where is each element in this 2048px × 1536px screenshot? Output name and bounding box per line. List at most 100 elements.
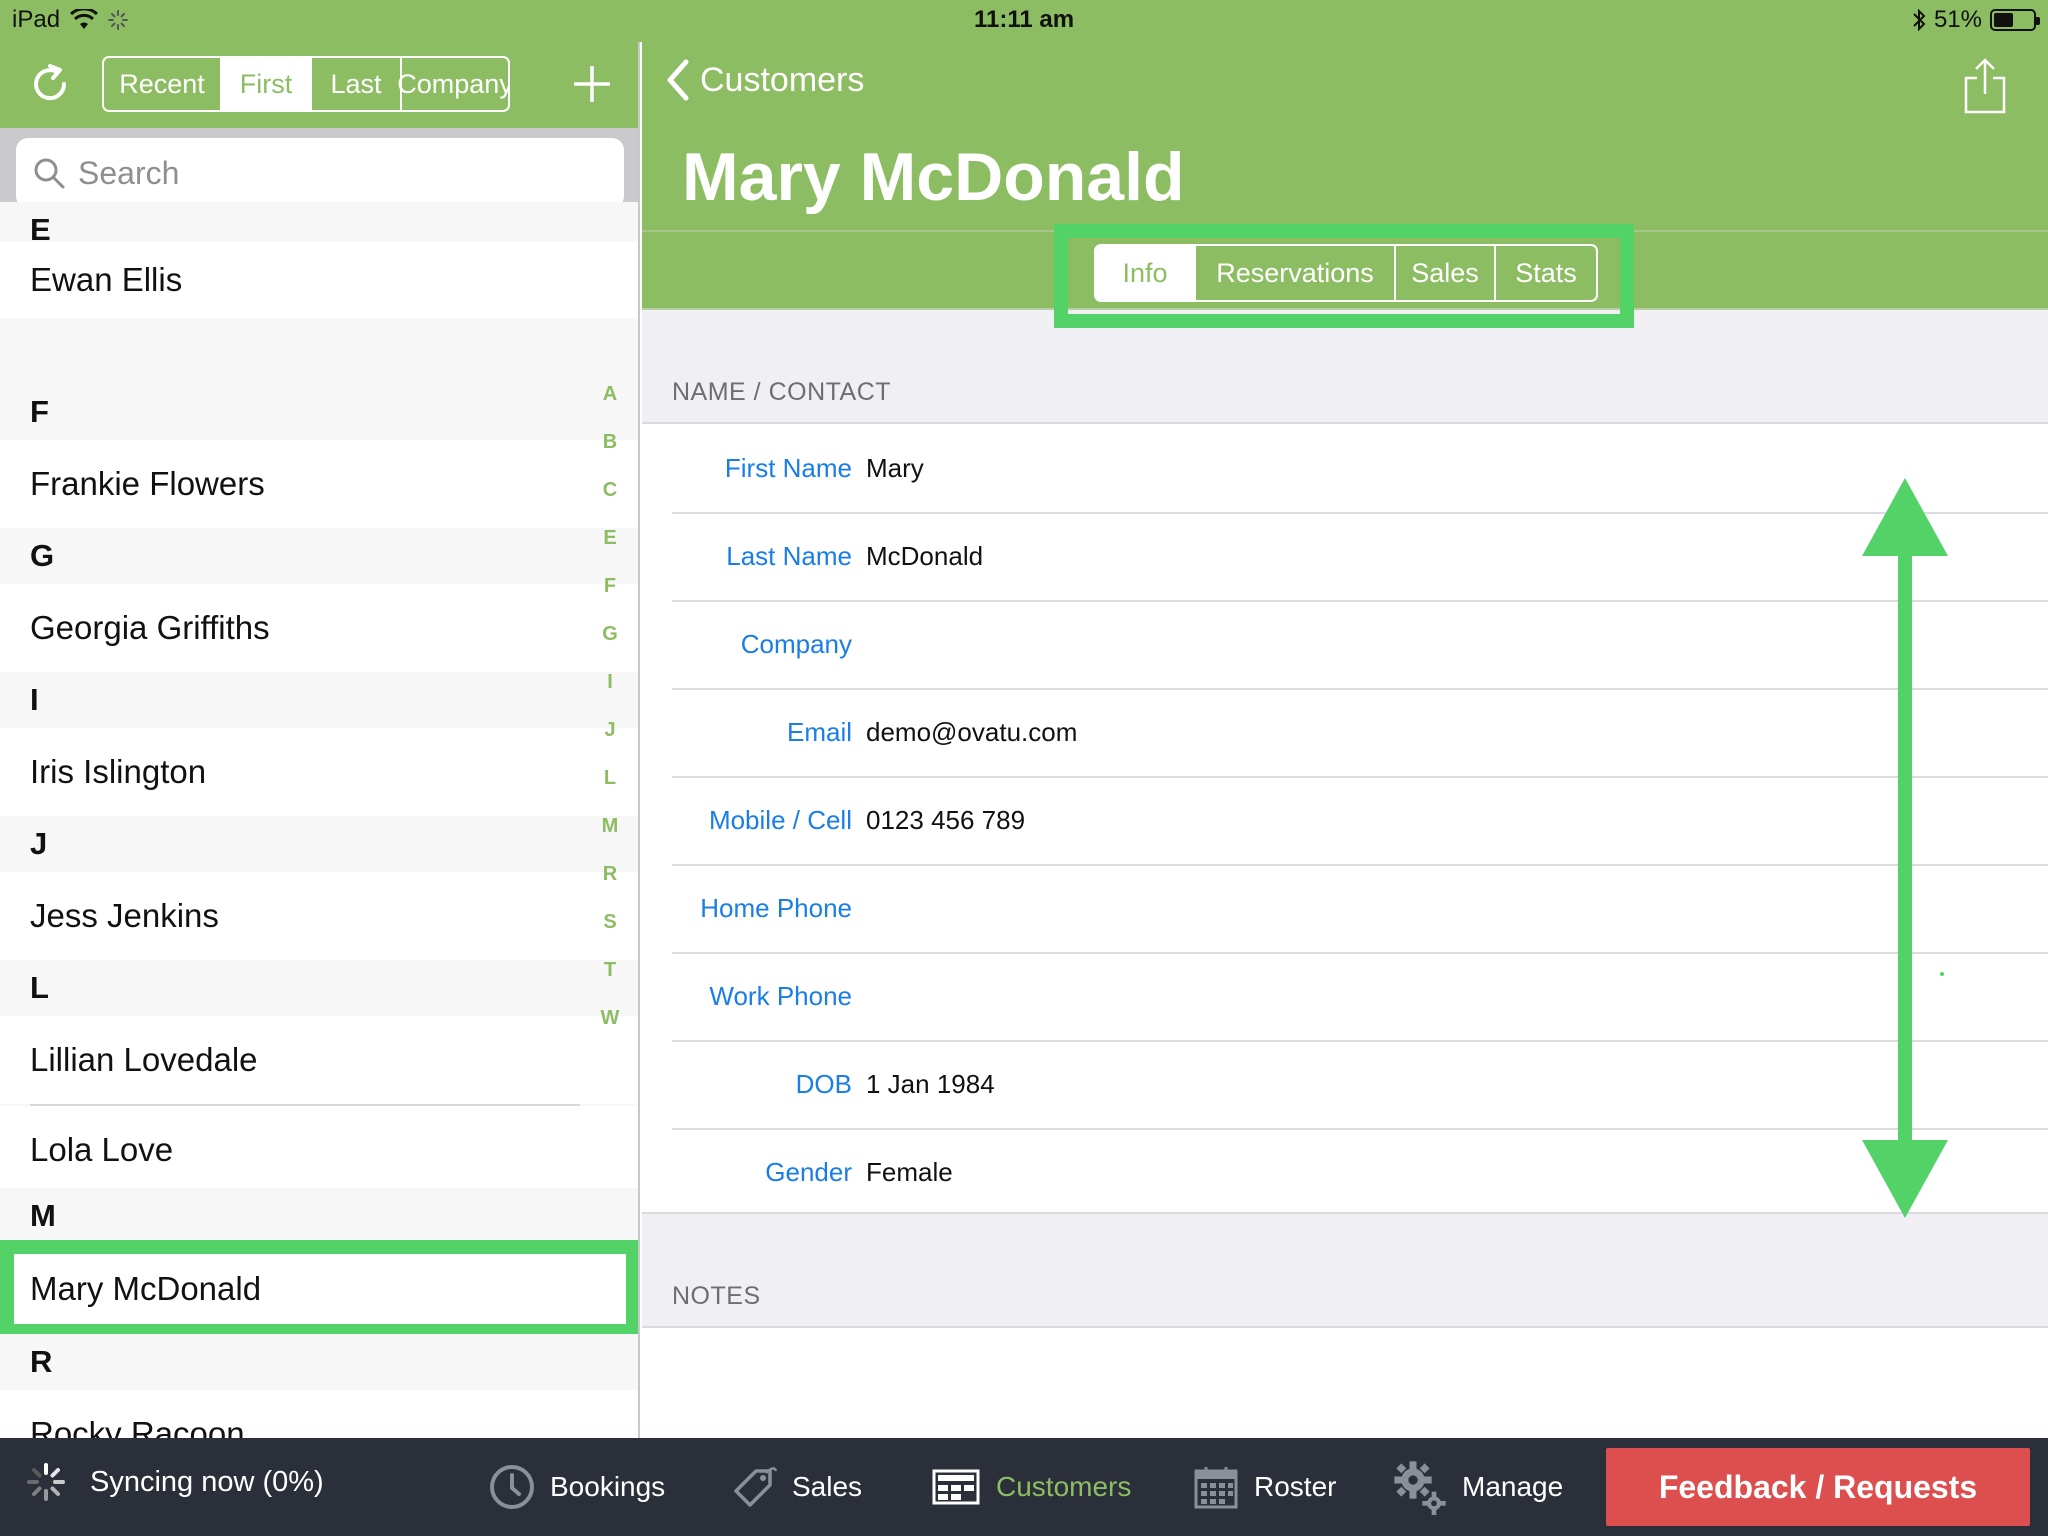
- tab-manage[interactable]: Manage: [1392, 1456, 1563, 1518]
- clock-icon: [490, 1465, 534, 1509]
- index-letter[interactable]: B: [603, 418, 617, 466]
- index-letter[interactable]: E: [603, 514, 616, 562]
- index-letter[interactable]: L: [604, 754, 616, 802]
- tab-manage-label: Manage: [1462, 1471, 1564, 1502]
- customer-list: E Ewan Ellis F Frankie Flowers G Georgia Grif…: [0, 202, 638, 1438]
- field-row-first-name[interactable]: First Name Mary: [672, 424, 2048, 512]
- field-row-email[interactable]: Email demo@ovatu.com: [672, 688, 2048, 776]
- index-letter[interactable]: C: [603, 466, 617, 514]
- tab-sales[interactable]: Sales: [1396, 246, 1496, 300]
- contact-form: First Name Mary Last Name McDonald Company Em…: [642, 422, 2048, 1214]
- sort-tab-recent[interactable]: Recent: [104, 58, 222, 110]
- search-icon: [34, 158, 65, 189]
- field-value[interactable]: 1 Jan 1984: [866, 1069, 995, 1100]
- add-customer-icon[interactable]: [568, 60, 616, 108]
- sync-spinner-icon: [27, 1463, 65, 1501]
- field-label: Work Phone: [709, 980, 852, 1011]
- bottom-tab-bar: Syncing now (0%) Bookings Sales Customer…: [0, 1438, 2048, 1536]
- index-letter[interactable]: I: [607, 658, 613, 706]
- list-item[interactable]: Frankie Flowers: [0, 440, 638, 528]
- index-letter[interactable]: J: [604, 706, 615, 754]
- refresh-icon[interactable]: [26, 60, 74, 108]
- tab-info[interactable]: Info: [1096, 246, 1196, 300]
- section-header: G: [0, 528, 638, 584]
- battery-level: [1994, 13, 2013, 27]
- chevron-left-icon: [667, 59, 689, 101]
- list-item[interactable]: Lillian Lovedale: [0, 1016, 638, 1104]
- back-button[interactable]: Customers: [664, 58, 864, 102]
- sort-tab-last[interactable]: Last: [312, 58, 402, 110]
- status-bar: iPad 11:11 am 51%: [0, 0, 2048, 42]
- section-index[interactable]: ABCEFGIJLMRSTW: [592, 370, 628, 1042]
- field-value[interactable]: 0123 456 789: [866, 805, 1025, 836]
- index-letter[interactable]: A: [603, 370, 617, 418]
- field-label: Gender: [765, 1156, 852, 1187]
- search-input[interactable]: [78, 154, 598, 192]
- feedback-requests-button[interactable]: Feedback / Requests: [1606, 1448, 2030, 1526]
- field-row-gender[interactable]: Gender Female: [672, 1128, 2048, 1216]
- field-row-company[interactable]: Company: [672, 600, 2048, 688]
- battery-icon: [1990, 9, 2040, 31]
- section-header-contact: NAME / CONTACT: [672, 378, 892, 406]
- section-header: M: [0, 1188, 638, 1244]
- tab-sales-label: Sales: [792, 1471, 863, 1502]
- sort-tab-first[interactable]: First: [222, 58, 312, 110]
- list-item-selected[interactable]: Mary McDonald: [0, 1240, 638, 1338]
- calendar-icon: [1194, 1467, 1238, 1509]
- status-right: 51%: [1912, 6, 2040, 34]
- section-header: R: [0, 1334, 638, 1390]
- tab-roster-label: Roster: [1254, 1471, 1337, 1502]
- index-letter[interactable]: S: [603, 898, 616, 946]
- field-label: First Name: [724, 452, 852, 483]
- field-row-home-phone[interactable]: Home Phone: [672, 864, 2048, 952]
- section-header: F: [0, 384, 638, 440]
- section-header: L: [0, 960, 638, 1016]
- field-label: Last Name: [726, 540, 852, 571]
- field-row-work-phone[interactable]: Work Phone: [672, 952, 2048, 1040]
- list-item[interactable]: Georgia Griffiths: [0, 584, 638, 672]
- index-letter[interactable]: F: [604, 562, 616, 610]
- index-letter[interactable]: W: [601, 994, 620, 1042]
- field-row-mobile-cell[interactable]: Mobile / Cell 0123 456 789: [672, 776, 2048, 864]
- section-header: I: [0, 672, 638, 728]
- field-label: Company: [740, 628, 852, 659]
- list-item[interactable]: Jess Jenkins: [0, 872, 638, 960]
- field-value[interactable]: Female: [866, 1157, 953, 1188]
- tab-reservations[interactable]: Reservations: [1196, 246, 1396, 300]
- tab-bookings-label: Bookings: [550, 1471, 666, 1502]
- field-label: Email: [786, 716, 852, 747]
- notes-field[interactable]: [642, 1326, 2048, 1438]
- detail-nav-bar: Customers Mary McDonald Info Reservations…: [642, 42, 2048, 328]
- list-item[interactable]: Ewan Ellis: [0, 242, 638, 318]
- sync-status: Syncing now (0%): [26, 1462, 324, 1502]
- clock: 11:11 am: [973, 6, 1075, 33]
- field-row-last-name[interactable]: Last Name McDonald: [672, 512, 2048, 600]
- section-header: J: [0, 816, 638, 872]
- field-row-dob[interactable]: DOB 1 Jan 1984: [672, 1040, 2048, 1128]
- customer-detail-pane: Customers Mary McDonald Info Reservations…: [642, 42, 2048, 1438]
- tab-customers[interactable]: Customers: [930, 1456, 1131, 1518]
- section-header-notes: NOTES: [672, 1282, 761, 1310]
- list-item[interactable]: Iris Islington: [0, 728, 638, 816]
- tab-stats[interactable]: Stats: [1496, 246, 1596, 300]
- battery-percent: 51%: [1933, 6, 1982, 33]
- index-letter[interactable]: R: [603, 850, 617, 898]
- field-value[interactable]: McDonald: [866, 541, 983, 572]
- tab-sales[interactable]: Sales: [730, 1456, 862, 1518]
- list-item[interactable]: Rocky Racoon: [0, 1390, 638, 1438]
- tab-bookings[interactable]: Bookings: [488, 1456, 665, 1518]
- sort-segmented-control: Recent First Last Company: [102, 56, 510, 112]
- index-letter[interactable]: T: [604, 946, 616, 994]
- field-label: Mobile / Cell: [708, 804, 852, 835]
- sort-tab-company[interactable]: Company: [397, 58, 508, 110]
- share-icon[interactable]: [1962, 56, 2008, 116]
- field-value[interactable]: demo@ovatu.com: [866, 717, 1077, 748]
- field-value[interactable]: Mary: [866, 453, 924, 484]
- scroll-arrow-annotation: [1862, 478, 1948, 1218]
- tab-roster[interactable]: Roster: [1192, 1456, 1336, 1518]
- field-label: DOB: [795, 1068, 852, 1099]
- list-item[interactable]: Lola Love: [0, 1106, 638, 1194]
- search-field[interactable]: [16, 138, 624, 208]
- index-letter[interactable]: G: [602, 610, 618, 658]
- index-letter[interactable]: M: [602, 802, 619, 850]
